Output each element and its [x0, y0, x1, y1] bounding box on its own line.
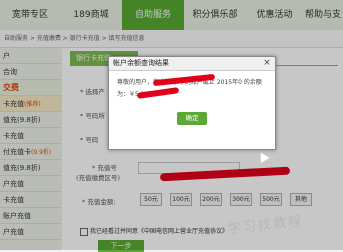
dialog-title: 帐户余额查询结果: [109, 57, 275, 71]
close-icon[interactable]: ×: [262, 58, 272, 68]
balance-result-dialog: 帐户余额查询结果 × 尊敬的用户，您查询号码 的账户截止 2015年0 的余额为…: [108, 56, 276, 150]
confirm-button[interactable]: 确定: [177, 112, 207, 125]
